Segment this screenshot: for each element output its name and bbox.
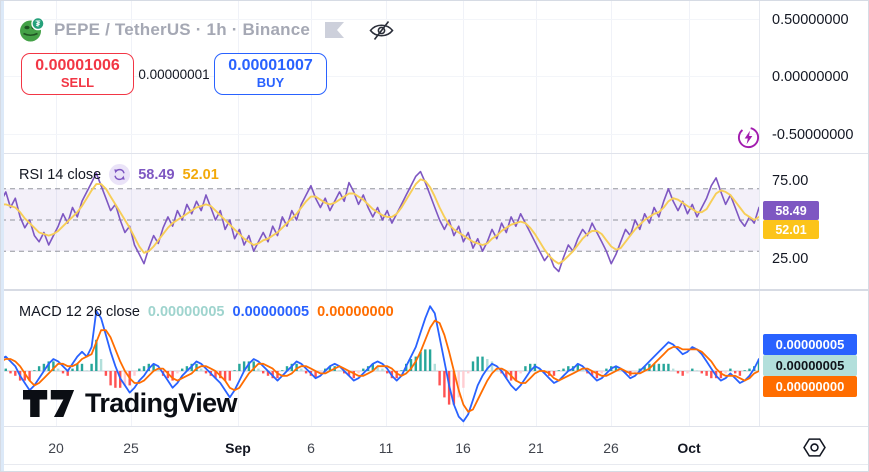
macd-line-value: 0.00000005 — [233, 304, 310, 320]
left-edge-accent — [1, 1, 4, 472]
buy-price: 0.00001007 — [228, 57, 313, 75]
time-axis-label: 11 — [379, 440, 394, 456]
rsi-ma-price-badge: 52.01 — [763, 220, 819, 239]
tradingview-logo-icon — [23, 389, 75, 418]
time-axis[interactable]: 20 25 Sep 6 11 16 21 26 Oct — [1, 426, 869, 465]
pane-divider[interactable] — [1, 289, 869, 291]
rsi-value: 58.49 — [138, 167, 174, 183]
time-axis-label: 16 — [455, 440, 471, 456]
instant-trading-lightning-icon[interactable] — [736, 125, 761, 155]
rsi-price-badge: 58.49 — [763, 201, 819, 220]
price-axis-label: -0.50000000 — [772, 127, 853, 143]
buy-button[interactable]: 0.00001007 BUY — [214, 53, 327, 95]
symbol-title: PEPE / TetherUS · 1h · Binance — [54, 20, 310, 40]
time-axis-label: 6 — [307, 440, 315, 456]
macd-indicator-title[interactable]: MACD 12 26 close — [19, 304, 140, 320]
time-axis-label: Oct — [677, 440, 700, 456]
chart-widget: ₮ PEPE / TetherUS · 1h · Binance 0.00001… — [0, 0, 869, 472]
price-axis-label: 0.50000000 — [772, 12, 849, 28]
gridline — [1, 134, 759, 135]
eye-hidden-icon[interactable] — [368, 19, 395, 42]
time-axis-label: 21 — [528, 440, 544, 456]
rsi-axis-tick: 25.00 — [772, 251, 808, 267]
timezone-settings-icon[interactable] — [803, 437, 826, 463]
macd-signal-value: 0.00000000 — [317, 304, 394, 320]
pepe-pair-logo: ₮ — [19, 17, 45, 43]
refresh-icon[interactable] — [109, 164, 130, 185]
spread-value: 0.00000001 — [134, 67, 214, 82]
sell-price: 0.00001006 — [35, 57, 120, 75]
time-axis-label: 25 — [123, 440, 139, 456]
rsi-axis-tick: 75.00 — [772, 173, 808, 189]
rsi-ma-value: 52.01 — [183, 167, 219, 183]
buy-label: BUY — [257, 76, 284, 91]
tradingview-logo-text: TradingView — [85, 388, 237, 419]
price-axis-label: 0.00000000 — [772, 69, 849, 85]
tradingview-branding[interactable]: TradingView — [23, 388, 237, 419]
time-axis-label: 20 — [48, 440, 64, 456]
macd-line-badge: 0.00000005 — [763, 334, 857, 355]
time-axis-label: Sep — [225, 440, 251, 456]
macd-histogram-badge: 0.00000005 — [763, 355, 857, 376]
time-axis-label: 26 — [603, 440, 619, 456]
flag-icon[interactable] — [325, 21, 345, 39]
macd-signal-badge: 0.00000000 — [763, 376, 857, 397]
rsi-indicator-title[interactable]: RSI 14 close — [19, 167, 101, 183]
tether-badge-icon: ₮ — [36, 19, 41, 28]
sell-button[interactable]: 0.00001006 SELL — [21, 53, 134, 95]
macd-histogram-value: 0.00000005 — [148, 304, 225, 320]
sell-label: SELL — [61, 76, 94, 91]
price-scale-separator — [759, 1, 760, 465]
